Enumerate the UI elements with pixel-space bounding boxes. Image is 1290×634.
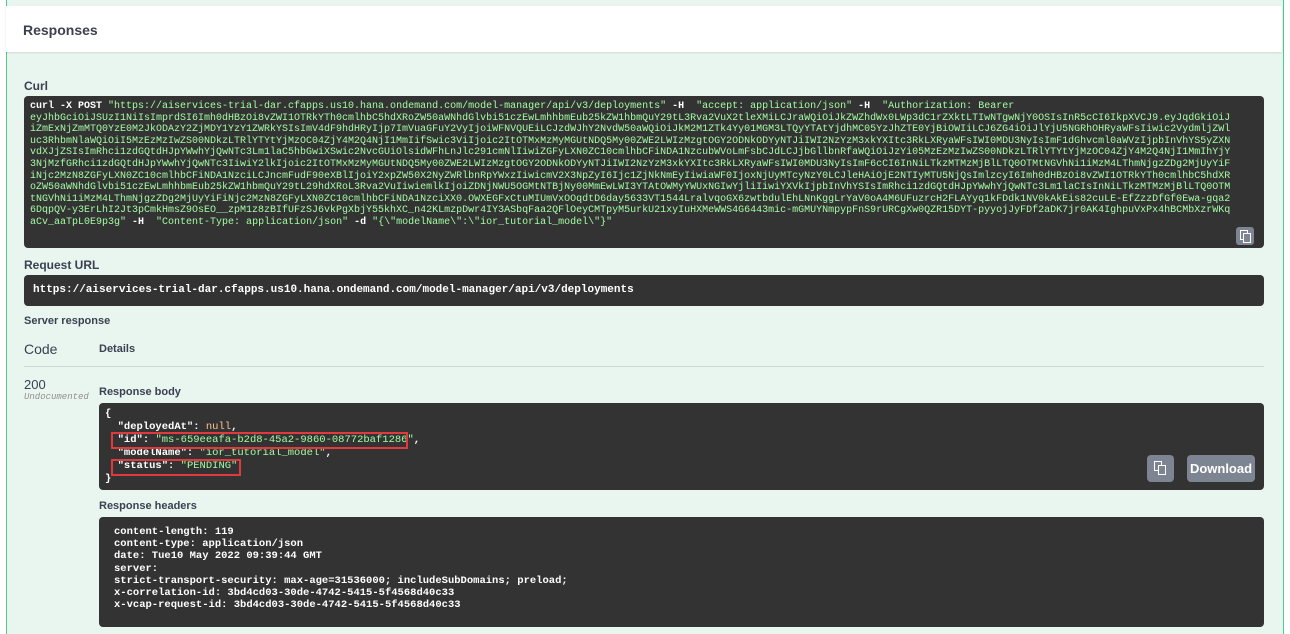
download-button[interactable]: Download (1187, 455, 1255, 482)
response-headers-box[interactable]: content-length: 119 content-type: applica… (99, 517, 1264, 627)
status-code-note: Undocumented (24, 392, 89, 402)
responses-header: Responses (6, 6, 1282, 52)
header-line: strict-transport-security: max-age=31536… (114, 574, 568, 587)
header-line: content-length: 119 (114, 526, 234, 538)
response-headers-label: Response headers (99, 500, 197, 512)
responses-title: Responses (23, 22, 98, 38)
request-url-box[interactable]: https://aiservices-trial-dar.cfapps.us10… (24, 275, 1264, 306)
response-headers-list: content-length: 119 content-type: applica… (114, 526, 568, 611)
code-column-header: Code (24, 341, 58, 357)
copy-curl-icon[interactable] (1236, 227, 1254, 245)
copy-body-icon[interactable] (1147, 455, 1174, 482)
status-code: 200 (24, 377, 46, 392)
request-url-value: https://aiservices-trial-dar.cfapps.us10… (33, 284, 634, 296)
header-line: content-type: application/json (114, 538, 304, 551)
curl-command-box[interactable]: curl -X POST "https://aiservices-trial-d… (24, 96, 1264, 248)
response-body-label: Response body (99, 386, 181, 398)
curl-label: Curl (24, 79, 48, 93)
request-url-label: Request URL (24, 258, 100, 272)
id-highlight-box (111, 432, 408, 449)
curl-command-text: curl -X POST "https://aiservices-trial-d… (30, 101, 1231, 228)
details-column-header: Details (99, 343, 136, 355)
header-line: date: Tue10 May 2022 09:39:44 GMT (114, 550, 322, 563)
server-response-label: Server response (24, 315, 111, 327)
response-body-box[interactable]: { "deployedAt": null, "id": "ms-659eeafa… (99, 403, 1264, 490)
table-divider (24, 366, 1264, 367)
header-line: server: (114, 562, 159, 575)
header-line: x-correlation-id: 3bd4cd03-30de-4742-541… (114, 587, 455, 600)
status-highlight-box (111, 459, 241, 476)
header-line: x-vcap-request-id: 3bd4cd03-30de-4742-54… (114, 599, 461, 612)
